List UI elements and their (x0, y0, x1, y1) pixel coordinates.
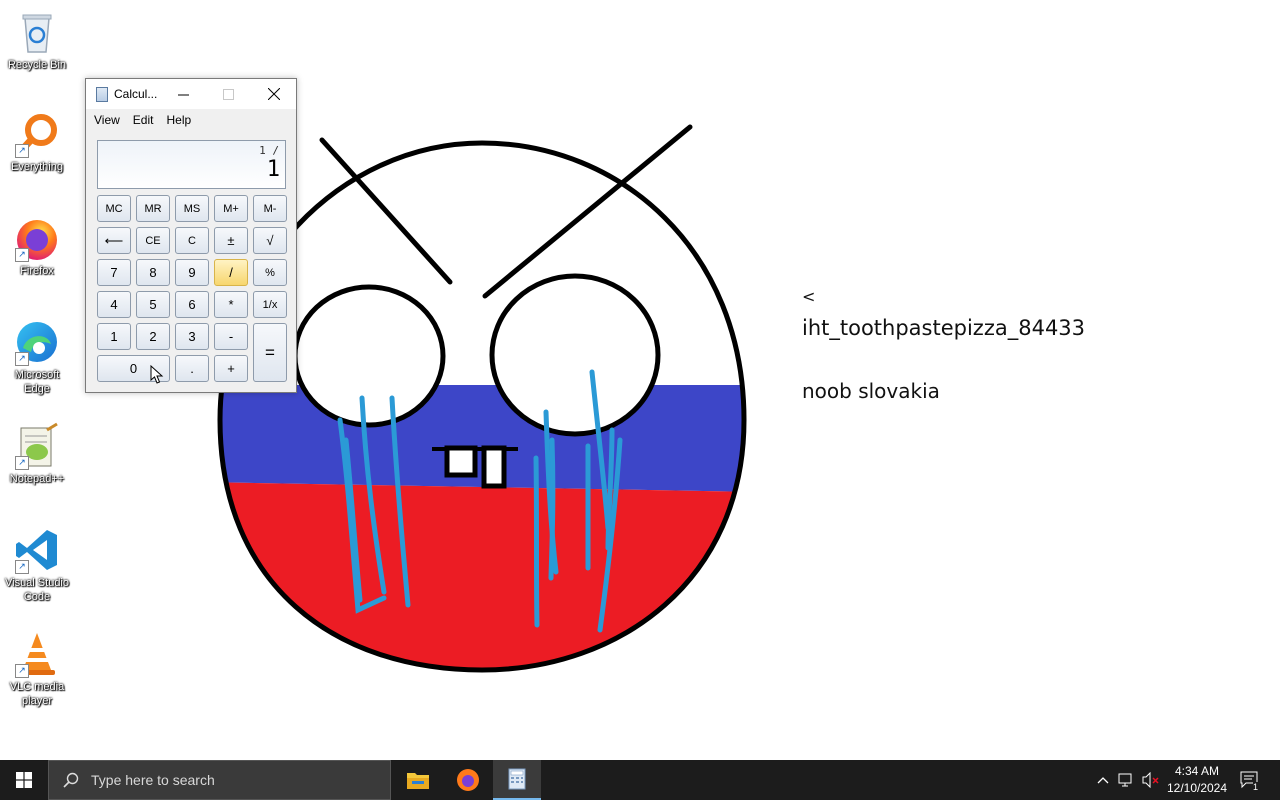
ce-button[interactable]: CE (136, 227, 170, 254)
digit-6-button[interactable]: 6 (175, 291, 209, 318)
tooth-left (444, 445, 478, 478)
windows-logo-icon (16, 772, 32, 788)
note-username: iht_toothpastepizza_84433 (802, 316, 1086, 340)
note-caret: < (802, 287, 816, 306)
plus-minus-button[interactable]: ± (214, 227, 248, 254)
window-title: Calcul... (114, 87, 158, 101)
display-value: 1 (266, 157, 280, 182)
minimize-button[interactable] (161, 79, 206, 109)
firefox-icon (457, 769, 479, 791)
digit-7-button[interactable]: 7 (97, 259, 131, 286)
digit-1-button[interactable]: 1 (97, 323, 131, 350)
calculator-icon (508, 768, 526, 790)
search-placeholder: Type here to search (91, 772, 215, 788)
percent-button[interactable]: % (253, 259, 287, 286)
subtract-button[interactable]: - (214, 323, 248, 350)
digit-9-button[interactable]: 9 (175, 259, 209, 286)
menu-view[interactable]: View (94, 113, 120, 133)
clock-time: 4:34 AM (1174, 764, 1220, 778)
digit-3-button[interactable]: 3 (175, 323, 209, 350)
mr-button[interactable]: MR (136, 195, 170, 222)
note-caption: noob slovakia (802, 379, 940, 403)
calculator-display: 1 / 1 (97, 140, 286, 189)
mouse-cursor-icon (150, 365, 164, 384)
equals-button[interactable]: = (253, 323, 287, 382)
m-minus-button[interactable]: M- (253, 195, 287, 222)
add-button[interactable]: + (214, 355, 248, 382)
reciprocal-button[interactable]: 1/x (253, 291, 287, 318)
backspace-button[interactable]: ⟵ (97, 227, 131, 254)
calculator-titlebar[interactable]: Calcul... (86, 79, 296, 109)
maximize-icon (223, 88, 234, 100)
taskbar-search-box[interactable]: Type here to search (48, 760, 391, 800)
divide-button[interactable]: / (214, 259, 248, 286)
search-icon (63, 772, 79, 788)
digit-4-button[interactable]: 4 (97, 291, 131, 318)
menu-help[interactable]: Help (166, 113, 191, 133)
calculator-app-icon (96, 86, 108, 102)
calculator-window[interactable]: Calcul... View Edit Help 1 / 1 MC MR MS … (85, 78, 297, 393)
chevron-up-icon (1097, 777, 1109, 784)
decimal-button[interactable]: . (175, 355, 209, 382)
taskbar-calculator[interactable] (493, 760, 541, 800)
tooth-right (481, 445, 507, 489)
right-eye (489, 273, 661, 437)
minimize-icon (178, 94, 189, 95)
menu-edit[interactable]: Edit (133, 113, 154, 133)
taskbar-firefox[interactable] (445, 760, 491, 800)
digit-5-button[interactable]: 5 (136, 291, 170, 318)
digit-8-button[interactable]: 8 (136, 259, 170, 286)
taskbar-clock[interactable]: 4:34 AM 12/10/2024 (1162, 763, 1232, 797)
flag-blue-stripe (220, 385, 744, 492)
start-button[interactable] (0, 760, 48, 800)
clear-button[interactable]: C (175, 227, 209, 254)
flag-red-stripe (220, 482, 744, 670)
network-tray-button[interactable] (1116, 760, 1138, 800)
clock-date: 12/10/2024 (1166, 781, 1228, 795)
ms-button[interactable]: MS (175, 195, 209, 222)
taskbar: Type here to search 4:34 AM 12/10/2024 1 (0, 760, 1280, 800)
show-hidden-icons-button[interactable] (1093, 760, 1113, 800)
volume-tray-button[interactable] (1140, 760, 1162, 800)
folder-icon (407, 773, 429, 789)
m-plus-button[interactable]: M+ (214, 195, 248, 222)
notification-count: 1 (1253, 782, 1259, 792)
calculator-menubar: View Edit Help (86, 109, 296, 133)
volume-muted-icon (1142, 772, 1159, 788)
sqrt-button[interactable]: √ (253, 227, 287, 254)
taskbar-file-explorer[interactable] (395, 760, 441, 800)
network-icon (1118, 773, 1132, 787)
left-eye (292, 284, 446, 428)
display-history: 1 / (259, 144, 279, 157)
close-button[interactable] (251, 79, 296, 109)
close-icon (267, 88, 280, 100)
maximize-button (206, 79, 251, 109)
multiply-button[interactable]: * (214, 291, 248, 318)
digit-2-button[interactable]: 2 (136, 323, 170, 350)
mc-button[interactable]: MC (97, 195, 131, 222)
action-center-button[interactable]: 1 (1236, 760, 1264, 800)
